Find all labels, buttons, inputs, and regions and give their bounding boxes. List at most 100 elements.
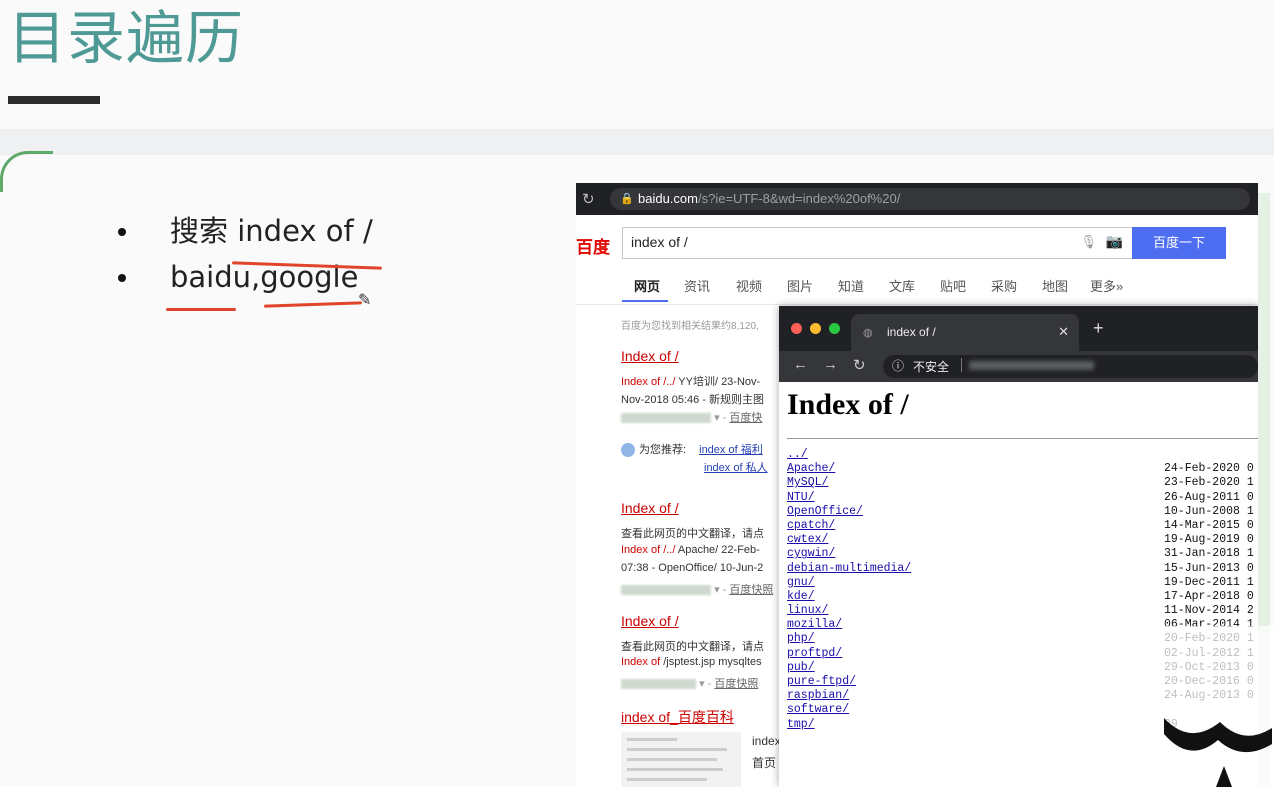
result-snippet: 查看此网页的中文翻译，请点 [621,641,764,653]
listing-row: mozilla/06-Mar-2014 1 [787,618,1254,632]
new-tab-icon[interactable]: + [1093,318,1104,339]
ink-annotation [166,308,236,311]
directory-link[interactable]: cygwin/ [787,547,835,560]
result-title[interactable]: Index of / [621,348,679,364]
blurred-url[interactable] [969,361,1094,370]
listing-row: pub/29-Oct-2013 0 [787,661,1254,675]
close-tab-icon[interactable]: ✕ [1058,324,1069,340]
search-input[interactable]: index of / [631,234,688,250]
tab-video[interactable]: 视频 [736,276,762,295]
close-window-button[interactable] [791,323,802,334]
tab-news[interactable]: 资讯 [684,276,710,295]
modified-date: 10-Jun-2008 1 [1164,504,1254,518]
minimize-window-button[interactable] [810,323,821,334]
modified-date: 26-Aug-2011 0 [1164,490,1254,504]
listing-row: OpenOffice/10-Jun-2008 1 [787,505,1254,519]
listing-row: kde/17-Apr-2018 0 [787,590,1254,604]
baidu-search-button[interactable]: 百度一下 [1132,227,1226,259]
recommend-link[interactable]: index of 私人 [704,462,768,474]
kuaizhao-link[interactable]: 百度快 [729,412,762,424]
directory-link[interactable]: cwtex/ [787,533,828,546]
listing-row: raspbian/24-Aug-2013 0 [787,689,1254,703]
baike-thumbnail[interactable] [621,732,741,787]
modified-date: 15-Jun-2013 0 [1164,561,1254,575]
directory-link[interactable]: linux/ [787,604,828,617]
result-title[interactable]: Index of / [621,500,679,516]
directory-link[interactable]: kde/ [787,590,815,603]
divider [961,358,962,372]
directory-link[interactable]: pub/ [787,661,815,674]
directory-link[interactable]: MySQL/ [787,476,828,489]
directory-link[interactable]: pure-ftpd/ [787,675,856,688]
modified-date: 23-Feb-2020 1 [1164,476,1254,490]
recommend-link[interactable]: index of 福利 [699,444,763,456]
kuaizhao-link[interactable]: 百度快照 [714,678,758,690]
baike-snippet: 首页 [752,756,777,770]
security-label[interactable]: 不安全 [913,358,949,375]
directory-link[interactable]: OpenOffice/ [787,505,863,518]
tab-images[interactable]: 图片 [787,276,813,295]
ink-annotation [263,301,363,308]
modified-date: 24-Feb-2020 0 [1164,462,1254,476]
baidu-search-box[interactable]: index of / 🎙 📷 [622,227,1134,259]
result-snippet: Index of /jsptest.jsp mysqltes [621,656,762,668]
bullet-dot [118,228,126,236]
directory-link[interactable]: Apache/ [787,462,835,475]
result-snippet: Nov-2018 05:46 - 新规则主图 [621,394,765,406]
recommendation: 为您推荐: index of 福利 index of 私人 [621,441,768,479]
result-source: ▾ - 百度快 [621,409,762,425]
tab-tieba[interactable]: 贴吧 [940,276,966,295]
result-source: ▾ - 百度快照 [621,581,773,597]
listing-row: MySQL/23-Feb-2020 1 [787,476,1254,490]
result-snippet: 查看此网页的中文翻译，请点 [621,528,764,540]
listing-row: NTU/26-Aug-2011 0 [787,491,1254,505]
tab-web[interactable]: 网页 [634,276,660,295]
directory-link[interactable]: gnu/ [787,576,815,589]
chrome-tabstrip: ◍ index of / ✕ + [779,306,1258,351]
address-url[interactable]: baidu.com/s?ie=UTF-8&wd=index%20of%20/ [638,191,900,206]
listing-row: php/20-Feb-2020 1 [787,632,1254,646]
listing-row: cwtex/19-Aug-2019 0 [787,533,1254,547]
bullet-dot [118,274,126,282]
title-underline [8,96,100,104]
decoration-graphic [1164,718,1272,787]
camera-icon[interactable]: 📷 [1106,233,1123,250]
tab-title: index of / [887,325,936,339]
kuaizhao-link[interactable]: 百度快照 [729,584,773,596]
reload-icon[interactable]: ↻ [582,190,595,208]
listing-row: tmp/29 [787,718,1178,732]
tab-index-of[interactable]: ◍ index of / ✕ [851,314,1079,351]
directory-listing: ../Apache/24-Feb-2020 0 MySQL/23-Feb-2020… [787,448,1254,732]
modified-date: 17-Apr-2018 0 [1164,589,1254,603]
reload-icon[interactable]: ↻ [853,356,866,374]
forward-icon[interactable]: → [823,356,838,373]
tab-more[interactable]: 更多» [1090,276,1123,295]
tab-wenku[interactable]: 文库 [889,276,915,295]
directory-link[interactable]: software/ [787,703,849,716]
baike-snippet: index [752,734,781,748]
tab-map[interactable]: 地图 [1042,276,1068,295]
result-title[interactable]: Index of / [621,613,679,629]
directory-link[interactable]: tmp/ [787,718,815,731]
slide-title: 目录遍历 [8,4,245,72]
directory-link[interactable]: NTU/ [787,491,815,504]
result-snippet: 07:38 - OpenOffice/ 10-Jun-2 [621,562,764,574]
directory-link[interactable]: proftpd/ [787,647,842,660]
info-icon[interactable]: ⓘ [892,357,904,374]
tab-zhidao[interactable]: 知道 [838,276,864,295]
directory-link[interactable]: raspbian/ [787,689,849,702]
directory-link[interactable]: mozilla/ [787,618,842,631]
baidu-logo[interactable]: 百度 [576,233,610,258]
directory-link[interactable]: debian-multimedia/ [787,562,911,575]
directory-link[interactable]: ../ [787,448,808,461]
microphone-icon[interactable]: 🎙 [1080,234,1097,250]
tab-caigou[interactable]: 采购 [991,276,1017,295]
maximize-window-button[interactable] [829,323,840,334]
back-icon[interactable]: ← [793,356,808,373]
result-snippet: Index of /../ Apache/ 22-Feb- [621,544,760,556]
result-title[interactable]: index of_百度百科 [621,707,734,727]
listing-row: cygwin/31-Jan-2018 1 [787,547,1254,561]
directory-link[interactable]: php/ [787,632,815,645]
directory-link[interactable]: cpatch/ [787,519,835,532]
listing-row: proftpd/02-Jul-2012 1 [787,647,1254,661]
